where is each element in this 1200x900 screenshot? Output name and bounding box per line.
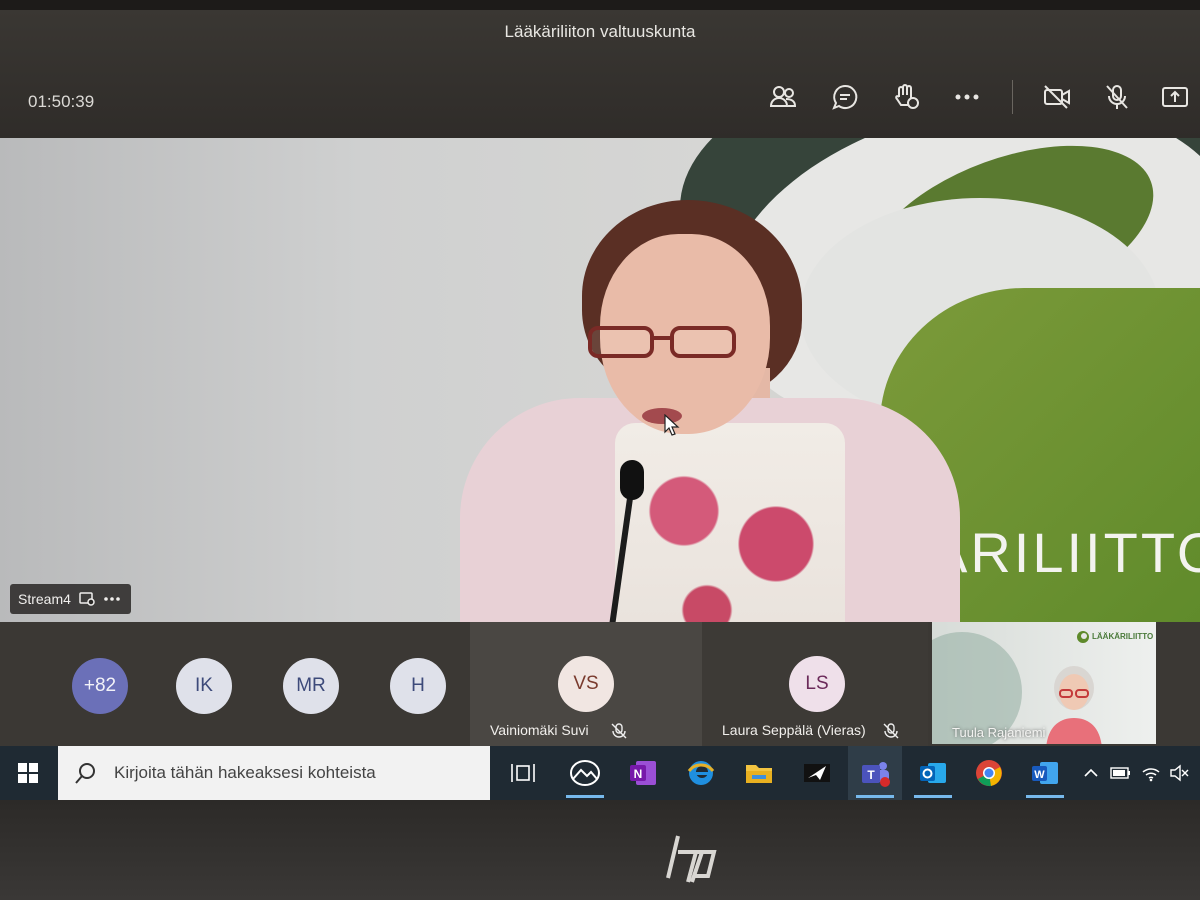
participant-strip: +82 IK MR H VS Vainiomäki Suvi LS Laura … xyxy=(0,622,1200,746)
participant-avatar[interactable]: MR xyxy=(283,658,339,714)
participant-tile[interactable]: LS Laura Seppälä (Vieras) xyxy=(702,622,928,746)
pin-video-icon[interactable] xyxy=(79,592,95,606)
laptop-bezel-bottom xyxy=(0,800,1200,900)
send-mail-icon xyxy=(804,764,830,782)
taskbar-app-outlook[interactable] xyxy=(906,746,960,800)
mic-off-icon xyxy=(1106,85,1128,109)
more-icon[interactable] xyxy=(103,596,121,602)
speaker-blouse xyxy=(615,423,845,622)
participant-tile[interactable]: VS Vainiomäki Suvi xyxy=(470,622,702,746)
participant-name: Laura Seppälä (Vieras) xyxy=(722,722,866,738)
taskbar-app-photos[interactable] xyxy=(558,746,612,800)
volume-muted-icon xyxy=(1170,764,1189,782)
edge-icon xyxy=(687,761,715,785)
laptop-screen: Lääkäriliiton valtuuskunta 01:50:39 ÄRIL… xyxy=(0,10,1200,800)
taskbar-app-chrome[interactable] xyxy=(962,746,1016,800)
task-view-button[interactable] xyxy=(496,746,550,800)
search-placeholder: Kirjoita tähän hakeaksesi kohteista xyxy=(114,763,376,782)
glasses xyxy=(588,326,736,358)
participant-name: Tuula Rajaniemi xyxy=(952,725,1046,740)
wifi-icon xyxy=(1142,768,1160,782)
mic-muted-icon xyxy=(883,723,899,739)
mic-muted-icon xyxy=(611,723,627,739)
participant-avatar: VS xyxy=(558,656,614,712)
svg-text:N: N xyxy=(634,767,643,781)
taskbar-app-teams[interactable]: T xyxy=(848,746,902,800)
svg-text:T: T xyxy=(867,768,875,782)
brand-logo-text: LÄÄKÄRILIITTO xyxy=(1092,632,1154,641)
meeting-title: Lääkäriliiton valtuuskunta xyxy=(504,22,696,41)
app-open-indicator xyxy=(914,795,952,798)
camera-off-icon xyxy=(1044,85,1070,109)
start-button[interactable] xyxy=(0,746,56,800)
chat-button[interactable] xyxy=(828,82,862,112)
share-screen-button[interactable] xyxy=(1158,82,1192,112)
video-name-label[interactable]: Stream4 xyxy=(10,584,131,614)
taskbar-app-edge[interactable] xyxy=(674,746,728,800)
battery-indicator[interactable] xyxy=(1110,762,1132,784)
main-video-stage[interactable]: ÄRILIITTO Stream4 xyxy=(0,138,1200,622)
participant-avatar[interactable]: H xyxy=(390,658,446,714)
participant-avatar[interactable]: IK xyxy=(176,658,232,714)
microphone xyxy=(620,460,644,500)
mic-toggle-button[interactable] xyxy=(1100,82,1134,112)
app-open-indicator xyxy=(856,795,894,798)
onenote-icon: N xyxy=(630,761,656,785)
chevron-up-icon xyxy=(1084,768,1098,777)
participant-name: Vainiomäki Suvi xyxy=(490,722,589,738)
show-hidden-icons-button[interactable] xyxy=(1080,762,1102,784)
search-icon xyxy=(75,763,95,784)
brand-logo-icon xyxy=(1077,631,1089,643)
battery-icon xyxy=(1110,767,1130,779)
participants-button[interactable] xyxy=(766,82,800,112)
app-open-indicator xyxy=(566,795,604,798)
windows-taskbar: Kirjoita tähän hakeaksesi kohteista N T xyxy=(0,746,1200,800)
task-view-icon xyxy=(511,764,535,782)
word-icon: W xyxy=(1032,762,1058,784)
taskbar-app-word[interactable]: W xyxy=(1018,746,1072,800)
folder-icon xyxy=(746,765,772,783)
share-icon xyxy=(1162,87,1188,107)
windows-logo-icon xyxy=(18,763,38,783)
hp-logo-icon xyxy=(666,835,717,883)
participant-video-person xyxy=(1046,666,1102,744)
taskbar-app-file-explorer[interactable] xyxy=(732,746,786,800)
more-options-button[interactable] xyxy=(950,82,984,112)
stream-name: Stream4 xyxy=(18,591,71,607)
more-participants-button[interactable]: +82 xyxy=(72,658,128,714)
teams-icon: T xyxy=(862,762,890,787)
more-icon xyxy=(955,94,979,100)
reactions-button[interactable] xyxy=(890,82,924,112)
taskbar-app-onenote[interactable]: N xyxy=(616,746,670,800)
volume-indicator[interactable] xyxy=(1168,762,1190,784)
taskbar-app-mail[interactable] xyxy=(790,746,844,800)
photos-app-icon xyxy=(570,760,600,786)
raise-hand-icon xyxy=(895,84,919,109)
people-icon xyxy=(769,86,797,107)
meeting-timer: 01:50:39 xyxy=(28,92,95,111)
network-indicator[interactable] xyxy=(1140,762,1162,784)
app-open-indicator xyxy=(1026,795,1064,798)
header-divider xyxy=(1012,80,1013,114)
svg-text:W: W xyxy=(1034,769,1045,781)
chrome-icon xyxy=(976,760,1002,787)
outlook-icon xyxy=(920,763,946,783)
chat-icon xyxy=(832,84,858,110)
meeting-header: Lääkäriliiton valtuuskunta 01:50:39 xyxy=(0,10,1200,138)
laptop-bezel-top xyxy=(0,0,1200,10)
camera-toggle-button[interactable] xyxy=(1040,82,1074,112)
taskbar-search-box[interactable]: Kirjoita tähän hakeaksesi kohteista xyxy=(58,746,490,800)
participant-video-tile[interactable]: LÄÄKÄRILIITTO Tuula Rajaniemi xyxy=(932,622,1156,744)
mouse-cursor-icon xyxy=(664,414,680,436)
background-brand-text: ÄRILIITTO xyxy=(930,521,1200,584)
participant-avatar: LS xyxy=(789,656,845,712)
